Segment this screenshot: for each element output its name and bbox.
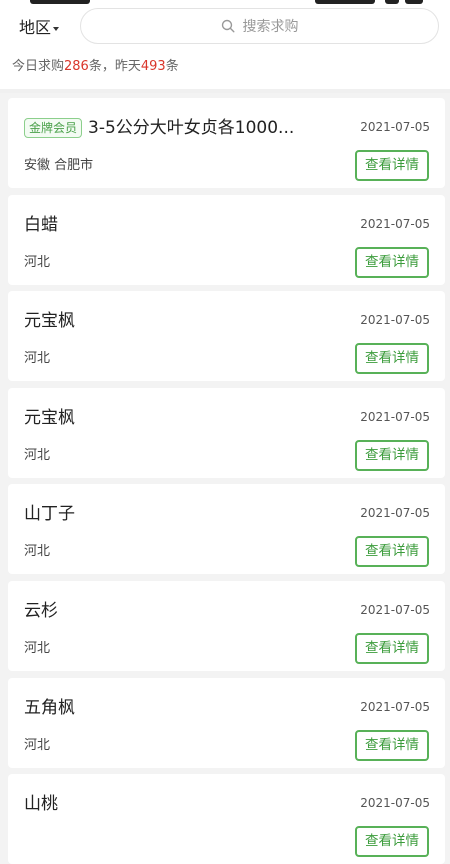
item-date: 2021-07-05 <box>360 506 430 521</box>
item-location: 安徽 合肥市 <box>24 158 94 173</box>
item-location: 河北 <box>24 447 51 463</box>
item-date: 2021-07-05 <box>360 699 430 714</box>
item-title-row: 云杉 <box>24 599 58 623</box>
view-details-button[interactable]: 查看详情 <box>355 633 429 664</box>
count-unit: 条 <box>165 59 179 74</box>
item-title-row: 金牌会员 3-5公分大叶女贞各1000... <box>24 116 294 140</box>
item-title: 3-5公分大叶女贞各1000... <box>88 118 295 138</box>
today-count: 286 <box>64 59 89 74</box>
list-item[interactable]: 元宝枫 2021-07-05 河北 查看详情 <box>8 291 445 382</box>
list-item[interactable]: 金牌会员 3-5公分大叶女贞各1000... 2021-07-05 安徽 合肥市 查看详… <box>8 98 445 188</box>
view-details-button[interactable]: 查看详情 <box>355 826 429 858</box>
region-filter-label: 地区 <box>19 18 52 37</box>
status-bar <box>0 0 450 6</box>
list-item[interactable]: 云杉 2021-07-05 河北 查看详情 <box>8 581 445 671</box>
caret-down-icon <box>53 27 60 31</box>
item-title: 五角枫 <box>24 697 75 718</box>
today-label: 今日求购 <box>12 59 65 74</box>
item-title: 山桃 <box>24 794 58 815</box>
list-item[interactable]: 山桃 2021-07-05 查看详情 <box>8 774 445 864</box>
item-location: 河北 <box>24 737 51 753</box>
item-location: 河北 <box>24 254 51 270</box>
item-date: 2021-07-05 <box>360 120 430 134</box>
item-date: 2021-07-05 <box>360 603 430 617</box>
header: 地区 搜索求购 今日求购286条，昨天493条 <box>0 0 450 93</box>
view-details-button[interactable]: 查看详情 <box>355 439 429 471</box>
search-placeholder: 搜索求购 <box>242 19 299 35</box>
member-badge: 金牌会员 <box>24 118 83 138</box>
item-location: 河北 <box>24 641 51 656</box>
item-location: 河北 <box>24 351 51 367</box>
divider <box>0 89 450 93</box>
search-icon <box>221 19 235 33</box>
yesterday-label: 条，昨天 <box>88 59 141 74</box>
item-title: 云杉 <box>24 601 58 621</box>
item-title: 元宝枫 <box>24 407 75 428</box>
yesterday-count: 493 <box>140 59 166 74</box>
view-details-button[interactable]: 查看详情 <box>355 729 429 761</box>
item-date: 2021-07-05 <box>360 313 430 328</box>
view-details-button[interactable]: 查看详情 <box>355 150 429 181</box>
item-date: 2021-07-05 <box>360 409 430 424</box>
request-summary: 今日求购286条，昨天493条 <box>12 57 179 77</box>
item-date: 2021-07-05 <box>360 796 430 811</box>
item-title-row: 山桃 <box>24 792 58 816</box>
item-title-row: 元宝枫 <box>24 309 75 333</box>
view-details-button[interactable]: 查看详情 <box>355 343 429 375</box>
item-date: 2021-07-05 <box>360 216 430 231</box>
search-input[interactable]: 搜索求购 <box>80 8 439 44</box>
list-item[interactable]: 山丁子 2021-07-05 河北 查看详情 <box>8 484 445 575</box>
view-details-button[interactable]: 查看详情 <box>355 246 429 278</box>
item-title: 白蜡 <box>24 214 58 235</box>
item-title-row: 五角枫 <box>24 696 75 720</box>
view-details-button[interactable]: 查看详情 <box>355 536 429 568</box>
list-item[interactable]: 白蜡 2021-07-05 河北 查看详情 <box>8 194 445 285</box>
item-location: 河北 <box>24 544 51 560</box>
item-title: 山丁子 <box>24 504 75 525</box>
item-title: 元宝枫 <box>24 311 75 332</box>
item-title-row: 山丁子 <box>24 502 75 526</box>
region-filter[interactable]: 地区 <box>19 17 60 39</box>
list-item[interactable]: 五角枫 2021-07-05 河北 查看详情 <box>8 677 445 768</box>
list-item[interactable]: 元宝枫 2021-07-05 河北 查看详情 <box>8 387 445 478</box>
item-title-row: 元宝枫 <box>24 406 75 430</box>
item-title-row: 白蜡 <box>24 213 58 237</box>
